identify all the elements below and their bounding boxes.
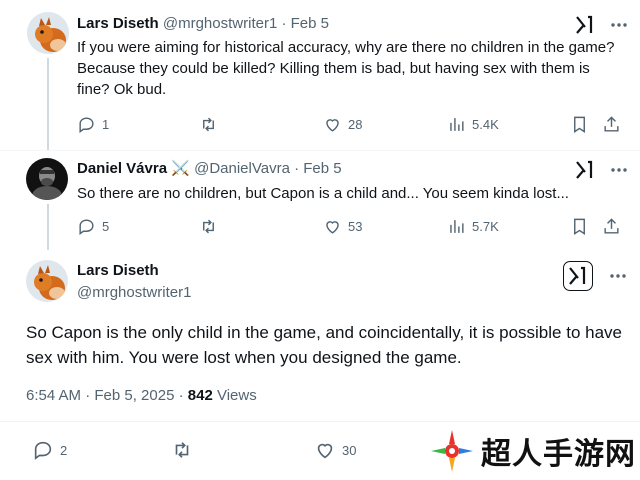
views-icon bbox=[450, 118, 464, 131]
views-icon bbox=[450, 220, 464, 233]
thread-line bbox=[47, 204, 49, 250]
watermark-logo-icon bbox=[431, 430, 473, 472]
tweet-text: So Capon is the only child in the game, … bbox=[26, 323, 622, 367]
retweet-icon bbox=[203, 117, 214, 132]
retweet-icon bbox=[175, 442, 189, 458]
more-icon[interactable] bbox=[607, 265, 629, 287]
like-count: 28 bbox=[348, 117, 363, 132]
reply-icon bbox=[34, 441, 52, 460]
reply-count: 2 bbox=[60, 442, 68, 458]
author-handle[interactable]: @mrghostwriter1 bbox=[77, 284, 191, 301]
tweet-text: So there are no children, but Capon is a… bbox=[77, 185, 569, 202]
like-button[interactable]: 28 bbox=[323, 115, 362, 134]
views-button[interactable]: 5.4K bbox=[447, 115, 499, 134]
views-label: Views bbox=[212, 387, 257, 404]
reply-button[interactable]: 5 bbox=[77, 217, 109, 236]
avatar[interactable] bbox=[27, 12, 69, 54]
grok-icon bbox=[569, 266, 586, 285]
author-name[interactable]: Lars Diseth bbox=[77, 15, 159, 32]
reply-button[interactable]: 2 bbox=[32, 439, 67, 461]
divider bbox=[0, 421, 640, 422]
retweet-icon bbox=[203, 219, 214, 234]
tweet-focus: Lars Diseth @mrghostwriter1 So Capon is … bbox=[0, 250, 640, 480]
heart-icon bbox=[326, 119, 339, 132]
tweet-header: Daniel Vávra ⚔️ @DanielVavra · Feb 5 bbox=[77, 159, 342, 179]
share-icon bbox=[604, 116, 619, 132]
bookmark-icon bbox=[574, 116, 585, 133]
heart-icon bbox=[317, 443, 333, 459]
avatar[interactable] bbox=[26, 158, 68, 200]
author-name[interactable]: Lars Diseth bbox=[77, 262, 159, 279]
tweet-header: Lars Diseth @mrghostwriter1 · Feb 5 bbox=[77, 14, 329, 34]
heart-icon bbox=[326, 221, 339, 234]
grok-button[interactable] bbox=[563, 261, 593, 291]
like-button[interactable]: 53 bbox=[323, 217, 362, 236]
views-count: 5.7K bbox=[472, 219, 499, 234]
watermark-text: 超人手游网 bbox=[481, 437, 636, 472]
reply-icon bbox=[79, 117, 94, 134]
swords-emoji: ⚔️ bbox=[171, 160, 190, 177]
reply-icon bbox=[79, 219, 94, 236]
views-count: 5.4K bbox=[472, 117, 499, 132]
author-handle[interactable]: @DanielVavra bbox=[194, 160, 290, 177]
reply-count: 1 bbox=[102, 117, 110, 132]
tweet-timestamp[interactable]: 6:54 AM · Feb 5, 2025 · bbox=[26, 387, 188, 404]
share-button[interactable] bbox=[602, 217, 621, 236]
reply-button[interactable]: 1 bbox=[77, 115, 109, 134]
divider bbox=[0, 150, 640, 151]
retweet-button[interactable] bbox=[199, 217, 218, 236]
bookmark-button[interactable] bbox=[570, 217, 589, 236]
separator: · bbox=[289, 160, 304, 177]
author-name[interactable]: Daniel Vávra bbox=[77, 160, 167, 177]
retweet-button[interactable] bbox=[199, 115, 218, 134]
bookmark-icon bbox=[574, 218, 585, 235]
more-icon[interactable] bbox=[608, 14, 630, 36]
bookmark-button[interactable] bbox=[570, 115, 589, 134]
like-count: 30 bbox=[342, 442, 357, 458]
like-button[interactable]: 30 bbox=[314, 439, 356, 461]
tweet-lars-1[interactable]: Lars Diseth @mrghostwriter1 · Feb 5 If y… bbox=[0, 0, 640, 150]
separator: · bbox=[277, 15, 291, 32]
views-button[interactable]: 5.7K bbox=[447, 217, 499, 236]
watermark: 超人手游网 bbox=[429, 428, 636, 474]
tweet-meta: 6:54 AM · Feb 5, 2025 · 842 Views bbox=[26, 387, 257, 404]
avatar[interactable] bbox=[26, 260, 68, 302]
tweet-daniel[interactable]: Daniel Vávra ⚔️ @DanielVavra · Feb 5 So … bbox=[0, 150, 640, 250]
tweet-date[interactable]: Feb 5 bbox=[303, 160, 341, 177]
like-count: 53 bbox=[348, 219, 363, 234]
grok-icon[interactable] bbox=[574, 159, 596, 181]
tweet-actions: 2 30 bbox=[32, 439, 452, 461]
share-button[interactable] bbox=[602, 115, 621, 134]
tweet-actions: 5 53 5.7K bbox=[77, 217, 625, 237]
more-icon[interactable] bbox=[608, 159, 630, 181]
reply-count: 5 bbox=[102, 219, 110, 234]
share-icon bbox=[604, 218, 619, 234]
thread-line bbox=[47, 58, 49, 150]
tweet-actions: 1 28 5.4K bbox=[77, 115, 625, 135]
views-number: 842 bbox=[187, 387, 213, 404]
retweet-button[interactable] bbox=[171, 439, 193, 461]
grok-icon[interactable] bbox=[574, 14, 596, 36]
tweet-date[interactable]: Feb 5 bbox=[291, 15, 329, 32]
tweet-text: If you were aiming for historical accura… bbox=[77, 39, 615, 98]
author-handle[interactable]: @mrghostwriter1 bbox=[163, 15, 277, 32]
